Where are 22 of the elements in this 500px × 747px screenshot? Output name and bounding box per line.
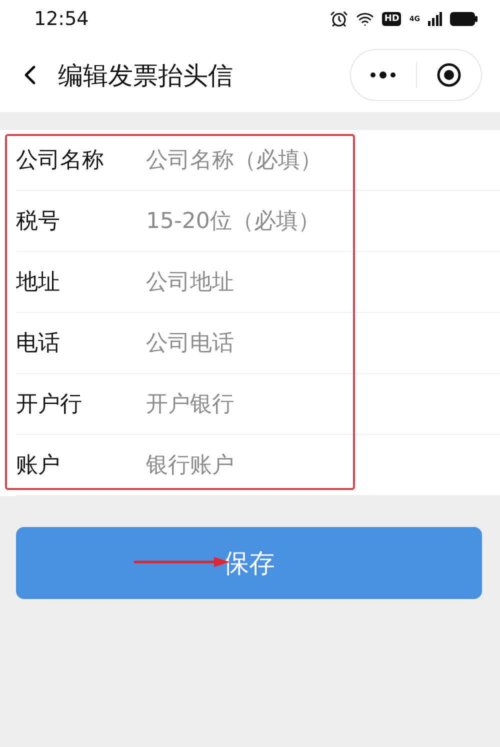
input-field[interactable]: 公司名称（必填） [146,148,500,172]
alarm-icon [330,10,348,28]
field-label: 账户 [16,452,61,480]
input-field[interactable]: 公司地址 [146,270,500,294]
more-icon [369,71,398,79]
signal-icon [428,12,442,26]
wifi-icon [356,10,374,28]
field-label: 税号 [16,208,61,236]
input-field[interactable]: 15-20位（必填） [146,208,500,234]
field-label: 开户行 [16,391,83,419]
hd-badge: HD [382,12,402,26]
field-label: 地址 [16,269,61,297]
input-field[interactable]: 银行账户 [146,452,500,478]
status-time: 12:54 [34,8,89,30]
target-icon [436,62,462,88]
field-label: 公司名称 [16,147,105,175]
battery-icon [450,12,478,26]
save-button[interactable]: 保存 [16,527,482,599]
field-label: 电话 [16,330,61,358]
page-title: 编辑发票抬头信 [58,60,234,92]
input-field[interactable]: 开户银行 [146,392,500,416]
input-field[interactable]: 公司电话 [146,330,500,356]
